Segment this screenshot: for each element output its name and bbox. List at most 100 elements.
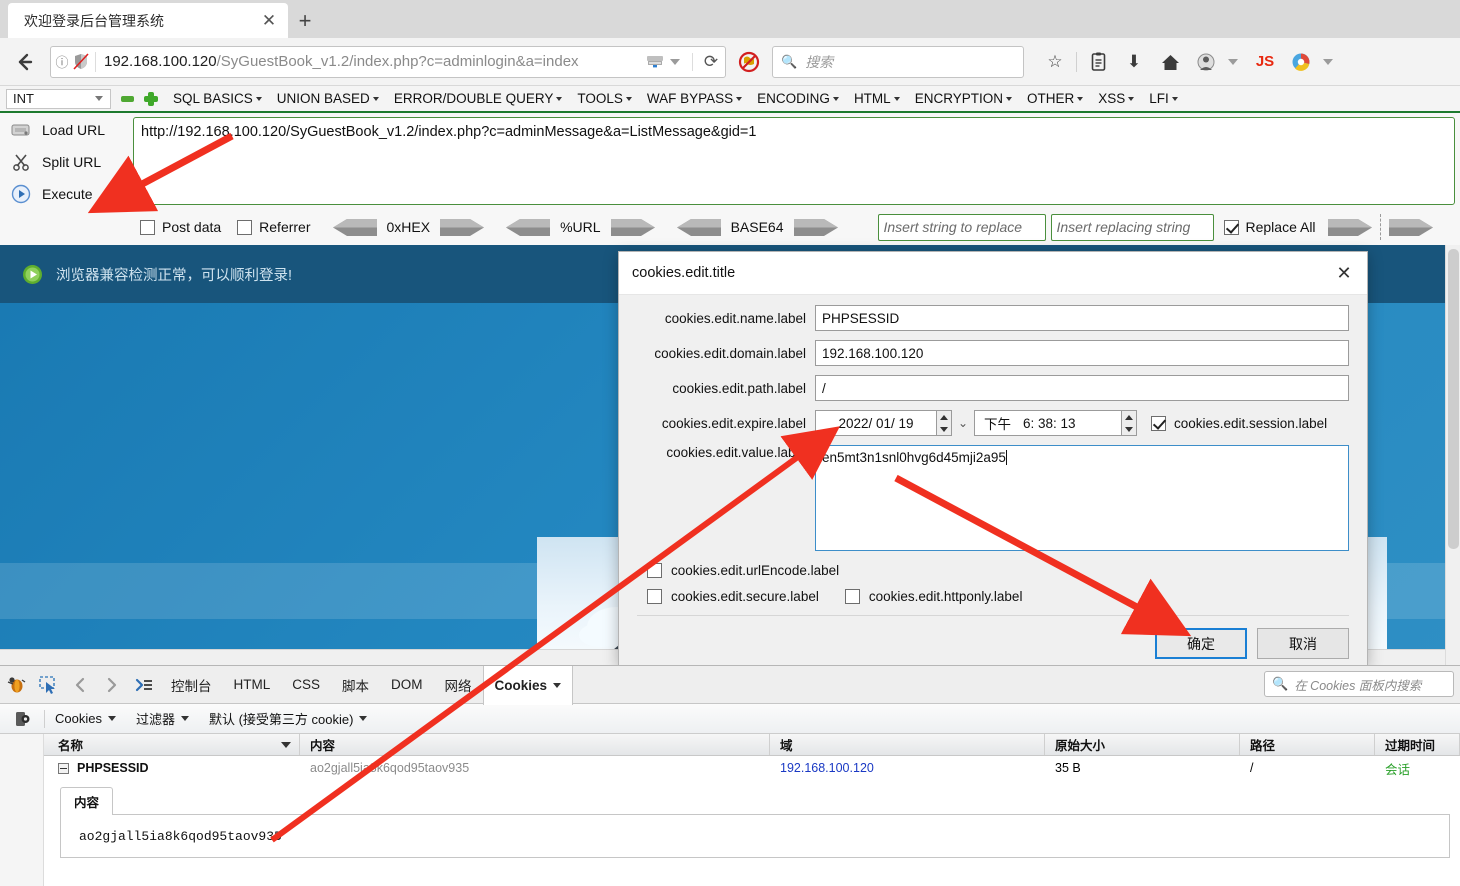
hackbar-menu-error-double-query[interactable]: ERROR/DOUBLE QUERY xyxy=(394,91,563,106)
replace-extra-arrow-icon[interactable] xyxy=(1388,218,1433,236)
back-arrow-icon[interactable] xyxy=(8,45,42,79)
chevron-down-icon[interactable] xyxy=(1323,58,1333,65)
column-header-path[interactable]: 路径 xyxy=(1240,734,1375,755)
url-bar[interactable]: ⓘ 192.168.100.120/SyGuestBook_v1.2/index… xyxy=(50,45,726,78)
inspect-element-icon[interactable] xyxy=(32,666,64,704)
javascript-toggle-icon[interactable]: JS xyxy=(1250,47,1280,77)
firebug-search-input[interactable]: 🔍 在 Cookies 面板内搜索 xyxy=(1264,671,1454,697)
hackbar-url-textarea[interactable]: http://192.168.100.120/SyGuestBook_v1.2/… xyxy=(133,117,1455,205)
tracking-protection-icon[interactable] xyxy=(73,53,89,70)
hackbar-menu-lfi[interactable]: LFI xyxy=(1149,91,1178,106)
replace-apply-arrow-icon[interactable] xyxy=(1327,218,1372,236)
add-icon[interactable] xyxy=(144,91,158,106)
name-input[interactable]: PHPSESSID xyxy=(815,305,1349,331)
value-textarea[interactable]: en5mt3n1snl0hvg6d45mji2a95 xyxy=(815,445,1349,551)
execute-button[interactable]: Execute xyxy=(0,179,130,209)
reload-icon[interactable]: ⟳ xyxy=(699,52,723,72)
expire-time-stepper[interactable] xyxy=(1122,410,1137,436)
post-data-checkbox[interactable]: Post data xyxy=(140,219,221,235)
expire-date-input[interactable]: 2022/ 01/ 19 xyxy=(815,410,937,436)
collapse-icon[interactable] xyxy=(58,762,69,774)
close-icon[interactable]: ✕ xyxy=(254,6,284,36)
hackbar-menu-html[interactable]: HTML xyxy=(854,91,900,106)
tab-html[interactable]: HTML xyxy=(223,666,282,704)
hackbar-menu-union-based[interactable]: UNION BASED xyxy=(277,91,379,106)
table-row[interactable]: PHPSESSID ao2gjall5ia8k6qod95taov935 192… xyxy=(0,756,1460,780)
hackbar-menu-encryption[interactable]: ENCRYPTION xyxy=(915,91,1012,106)
encode-arrow-icon[interactable] xyxy=(793,218,838,236)
filter-menu[interactable]: 过滤器 xyxy=(126,709,199,728)
previous-icon[interactable] xyxy=(64,666,96,704)
encode-arrow-icon[interactable] xyxy=(610,218,655,236)
tab-cookies[interactable]: Cookies xyxy=(482,665,574,705)
referrer-checkbox[interactable]: Referrer xyxy=(237,219,311,235)
extension-icon[interactable] xyxy=(1286,47,1316,77)
tab-script[interactable]: 脚本 xyxy=(331,666,380,704)
column-header-size[interactable]: 原始大小 xyxy=(1045,734,1240,755)
urlencode-checkbox[interactable]: cookies.edit.urlEncode.label xyxy=(647,563,1349,578)
chevron-down-icon[interactable] xyxy=(670,58,680,65)
bookmark-star-icon[interactable]: ☆ xyxy=(1040,47,1070,77)
cookie-panel-icon[interactable] xyxy=(0,710,44,728)
library-icon[interactable] xyxy=(1083,47,1113,77)
hackbar-menu-sql-basics[interactable]: SQL BASICS xyxy=(173,91,262,106)
cell-name[interactable]: PHPSESSID xyxy=(48,761,300,775)
decode-arrow-icon[interactable] xyxy=(506,218,551,236)
next-icon[interactable] xyxy=(96,666,128,704)
expire-date-stepper[interactable] xyxy=(937,410,952,436)
browser-tab[interactable]: 欢迎登录后台管理系统 ✕ xyxy=(8,3,288,38)
hackbar-menu-other[interactable]: OTHER xyxy=(1027,91,1084,106)
tab-dom[interactable]: DOM xyxy=(380,666,434,704)
remove-icon[interactable] xyxy=(121,95,134,102)
reader-mode-icon[interactable] xyxy=(641,53,669,70)
load-url-button[interactable]: Load URL xyxy=(0,115,130,145)
close-icon[interactable]: ✕ xyxy=(1321,252,1367,295)
search-input[interactable]: 🔍 搜索 xyxy=(772,45,1024,78)
detail-tab-content[interactable]: 内容 xyxy=(60,787,114,815)
path-input[interactable]: / xyxy=(815,375,1349,401)
domain-input[interactable]: 192.168.100.120 xyxy=(815,340,1349,366)
hackbar-type-select[interactable]: INT xyxy=(6,88,111,109)
column-header-name[interactable]: 名称 xyxy=(48,734,300,755)
hackbar-menu-encoding[interactable]: ENCODING xyxy=(757,91,839,106)
new-tab-button[interactable]: + xyxy=(290,6,320,36)
chevron-down-icon[interactable] xyxy=(1228,58,1238,65)
column-header-expire[interactable]: 过期时间 xyxy=(1375,734,1460,755)
encode-arrow-icon[interactable] xyxy=(440,218,485,236)
calendar-dropdown-icon[interactable]: ⌄ xyxy=(952,416,974,430)
home-icon[interactable] xyxy=(1155,47,1185,77)
replace-to-input[interactable]: Insert replacing string xyxy=(1050,213,1214,241)
replace-from-input[interactable]: Insert string to replace xyxy=(877,213,1046,241)
site-info-icon[interactable]: ⓘ xyxy=(51,52,73,71)
hackbar-menu-xss[interactable]: XSS xyxy=(1098,91,1135,106)
tab-css[interactable]: CSS xyxy=(281,666,331,704)
session-checkbox[interactable]: cookies.edit.session.label xyxy=(1151,415,1327,431)
cell-domain[interactable]: 192.168.100.120 xyxy=(770,761,1045,775)
menu-label: LFI xyxy=(1149,91,1169,106)
secure-checkbox[interactable]: cookies.edit.secure.label xyxy=(647,589,819,604)
download-icon[interactable]: ⬇ xyxy=(1119,47,1149,77)
account-avatar-icon[interactable] xyxy=(1191,47,1221,77)
hackbar-menu-waf-bypass[interactable]: WAF BYPASS xyxy=(647,91,743,106)
decode-arrow-icon[interactable] xyxy=(332,218,377,236)
noscript-icon[interactable] xyxy=(736,50,762,74)
expand-panel-icon[interactable] xyxy=(128,666,160,704)
decode-arrow-icon[interactable] xyxy=(676,218,721,236)
scrollbar-thumb[interactable] xyxy=(1448,249,1459,549)
cookies-menu[interactable]: Cookies xyxy=(45,711,126,726)
cancel-button[interactable]: 取消 xyxy=(1257,628,1349,659)
expire-time-input[interactable]: 下午 6: 38: 13 xyxy=(974,410,1122,436)
tab-console[interactable]: 控制台 xyxy=(160,666,223,704)
ok-button[interactable]: 确定 xyxy=(1155,628,1247,659)
httponly-checkbox[interactable]: cookies.edit.httponly.label xyxy=(844,589,1022,604)
default-policy-menu[interactable]: 默认 (接受第三方 cookie) xyxy=(199,709,377,728)
column-header-domain[interactable]: 域 xyxy=(770,734,1045,755)
tab-network[interactable]: 网络 xyxy=(434,666,483,704)
column-header-content[interactable]: 内容 xyxy=(300,734,770,755)
page-scrollbar[interactable] xyxy=(1445,245,1460,665)
firebug-bug-icon[interactable] xyxy=(0,666,32,704)
replace-all-checkbox[interactable]: Replace All xyxy=(1223,219,1316,235)
field-row-value: cookies.edit.value.label en5mt3n1snl0hvg… xyxy=(619,445,1349,551)
hackbar-menu-tools[interactable]: TOOLS xyxy=(577,91,632,106)
split-url-button[interactable]: Split URL xyxy=(0,147,130,177)
